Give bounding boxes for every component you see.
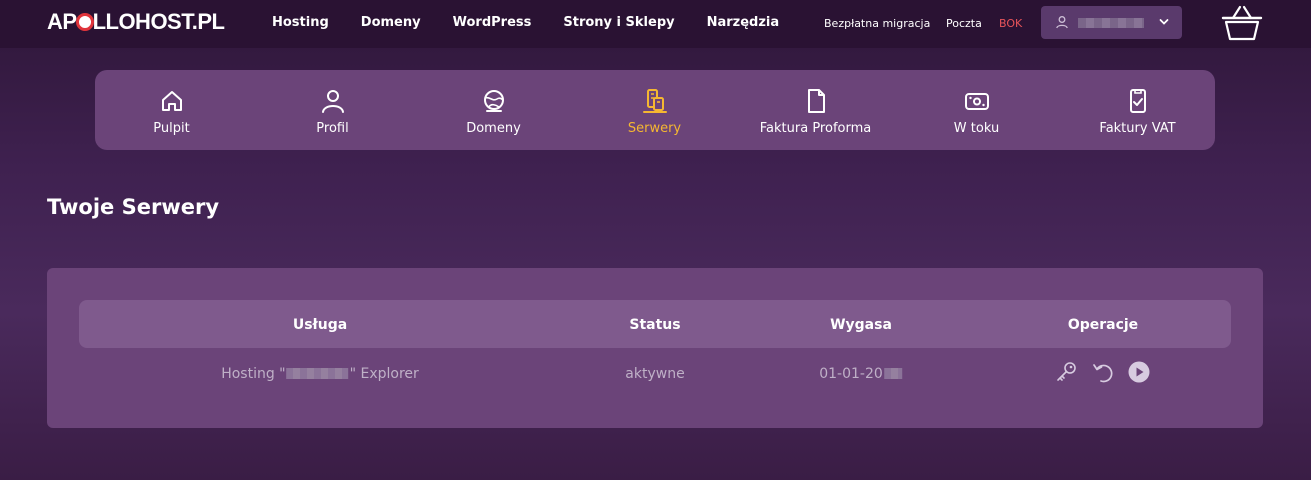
account-nav-w-toku[interactable]: W toku bbox=[896, 70, 1057, 150]
account-nav-faktury-vat[interactable]: Faktury VAT bbox=[1057, 70, 1218, 150]
column-header-wygasa: Wygasa bbox=[830, 317, 892, 333]
account-nav-label: Domeny bbox=[466, 121, 521, 136]
mail-link[interactable]: Poczta bbox=[946, 17, 982, 30]
account-nav-serwery[interactable]: Serwery bbox=[574, 70, 735, 150]
migration-link[interactable]: Bezpłatna migracja bbox=[824, 17, 930, 30]
chevron-down-icon bbox=[1159, 19, 1169, 25]
service-name-cell: Hosting " " Explorer bbox=[221, 366, 419, 382]
money-icon bbox=[964, 93, 989, 110]
user-icon bbox=[1056, 16, 1068, 29]
service-name-redacted bbox=[286, 367, 349, 379]
account-nav-faktura-proforma[interactable]: Faktura Proforma bbox=[735, 70, 896, 150]
basket-icon[interactable] bbox=[1221, 4, 1263, 42]
document-check-icon bbox=[1129, 89, 1146, 113]
document-icon bbox=[807, 89, 825, 113]
account-nav-profil[interactable]: Profil bbox=[252, 70, 413, 150]
status-cell: aktywne bbox=[625, 366, 685, 382]
key-icon[interactable] bbox=[1055, 360, 1079, 384]
username-redacted bbox=[1078, 18, 1144, 28]
service-name-prefix: Hosting " bbox=[221, 366, 286, 382]
column-header-usluga: Usługa bbox=[292, 317, 348, 333]
expires-cell: 01-01-20 bbox=[819, 366, 903, 382]
nav-domeny[interactable]: Domeny bbox=[361, 15, 421, 30]
account-nav-bar: Pulpit Profil Domeny Serwery Faktura Pro… bbox=[95, 70, 1215, 150]
logo-text-prefix: AP bbox=[47, 9, 77, 34]
play-icon[interactable] bbox=[1127, 360, 1151, 384]
nav-wordpress[interactable]: WordPress bbox=[453, 15, 532, 30]
nav-strony-i-sklepy[interactable]: Strony i Sklepy bbox=[563, 15, 674, 30]
account-nav-label: Faktury VAT bbox=[1099, 121, 1176, 136]
account-nav-domeny[interactable]: Domeny bbox=[413, 70, 574, 150]
user-icon bbox=[321, 90, 344, 113]
account-nav-label: W toku bbox=[953, 121, 1000, 136]
top-bar: AP LLOHOST.PL Hosting Domeny WordPress S… bbox=[0, 0, 1311, 48]
expires-year-redacted bbox=[883, 367, 902, 379]
logo-text-suffix: LLOHOST.PL bbox=[92, 9, 225, 34]
user-menu-button[interactable] bbox=[1041, 6, 1182, 39]
nav-hosting[interactable]: Hosting bbox=[272, 15, 329, 30]
logo-ring-icon bbox=[75, 13, 94, 31]
account-nav-label: Faktura Proforma bbox=[759, 121, 872, 136]
operations-cell bbox=[1055, 360, 1151, 384]
table-header: Usługa Status Wygasa Operacje bbox=[79, 300, 1231, 348]
page-title: Twoje Serwery bbox=[47, 195, 220, 219]
service-name-suffix: " Explorer bbox=[349, 366, 419, 382]
account-nav-label: Pulpit bbox=[153, 121, 190, 136]
logo[interactable]: AP LLOHOST.PL bbox=[47, 9, 225, 35]
main-nav: Hosting Domeny WordPress Strony i Sklepy… bbox=[272, 15, 811, 30]
bok-link[interactable]: BOK bbox=[999, 17, 1022, 30]
refresh-icon[interactable] bbox=[1091, 360, 1115, 384]
account-nav-label: Serwery bbox=[627, 121, 682, 136]
account-nav-pulpit[interactable]: Pulpit bbox=[91, 70, 252, 150]
column-header-status: Status bbox=[629, 317, 681, 333]
nav-narzedzia[interactable]: Narzędzia bbox=[707, 15, 780, 30]
account-nav-label: Profil bbox=[316, 121, 349, 136]
servers-panel: Usługa Status Wygasa Operacje Hosting " "… bbox=[47, 268, 1263, 428]
globe-icon bbox=[483, 90, 504, 112]
expires-date: 01-01-20 bbox=[819, 366, 883, 382]
column-header-operacje: Operacje bbox=[1067, 317, 1139, 333]
home-icon bbox=[161, 91, 182, 111]
server-icon bbox=[642, 89, 667, 113]
